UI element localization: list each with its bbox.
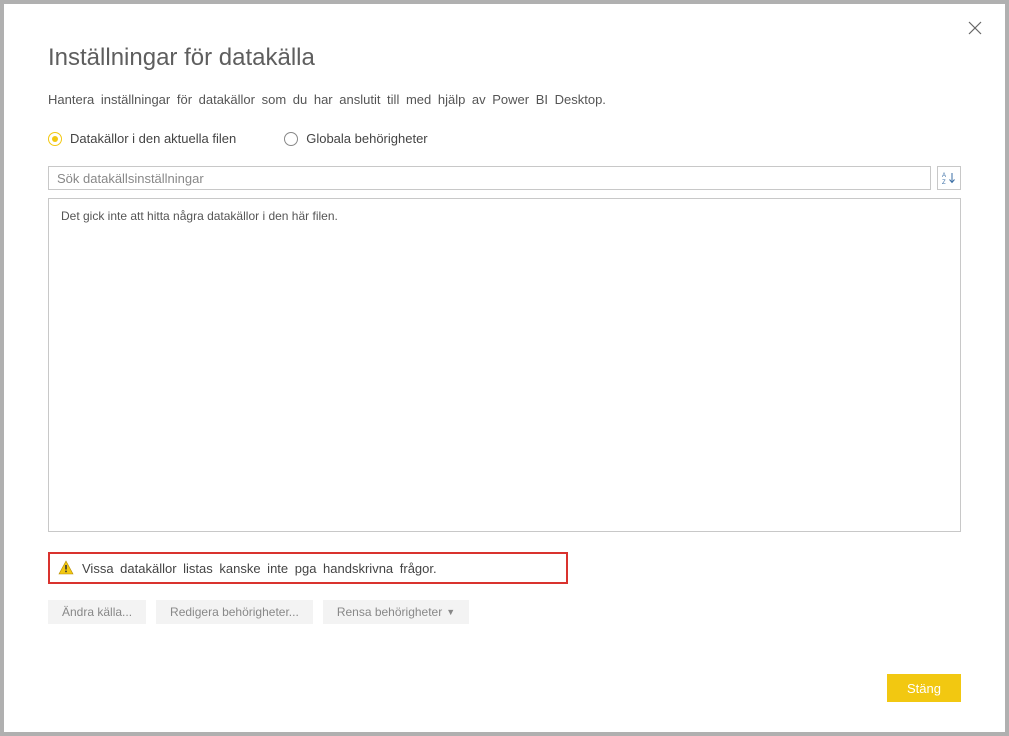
radio-indicator-icon xyxy=(284,132,298,146)
radio-current-file-label: Datakällor i den aktuella filen xyxy=(70,131,236,146)
scope-radio-group: Datakällor i den aktuella filen Globala … xyxy=(48,131,961,146)
dialog-title: Inställningar för datakälla xyxy=(48,44,961,72)
action-button-row: Ändra källa... Redigera behörigheter... … xyxy=(48,600,961,624)
dialog-footer: Stäng xyxy=(887,674,961,702)
warning-banner: Vissa datakällor listas kanske inte pga … xyxy=(48,552,568,584)
edit-permissions-button[interactable]: Redigera behörigheter... xyxy=(156,600,313,624)
radio-current-file[interactable]: Datakällor i den aktuella filen xyxy=(48,131,236,146)
search-row: A Z xyxy=(48,166,961,190)
datasource-settings-dialog: Inställningar för datakälla Hantera inst… xyxy=(4,4,1005,732)
clear-permissions-button[interactable]: Rensa behörigheter ▼ xyxy=(323,600,469,624)
svg-text:A: A xyxy=(942,173,946,179)
empty-list-message: Det gick inte att hitta några datakällor… xyxy=(61,209,338,223)
close-icon[interactable] xyxy=(965,18,985,38)
change-source-button[interactable]: Ändra källa... xyxy=(48,600,146,624)
chevron-down-icon: ▼ xyxy=(446,607,455,617)
radio-indicator-icon xyxy=(48,132,62,146)
warning-text: Vissa datakällor listas kanske inte pga … xyxy=(82,561,437,576)
sort-az-icon: A Z xyxy=(942,171,956,185)
change-source-label: Ändra källa... xyxy=(62,605,132,619)
warning-icon xyxy=(58,560,74,576)
radio-global-permissions[interactable]: Globala behörigheter xyxy=(284,131,427,146)
sort-button[interactable]: A Z xyxy=(937,166,961,190)
clear-permissions-label: Rensa behörigheter xyxy=(337,605,442,619)
search-input[interactable] xyxy=(48,166,931,190)
close-button[interactable]: Stäng xyxy=(887,674,961,702)
edit-permissions-label: Redigera behörigheter... xyxy=(170,605,299,619)
dialog-subtitle: Hantera inställningar för datakällor som… xyxy=(48,92,961,107)
close-button-label: Stäng xyxy=(907,681,941,696)
svg-text:Z: Z xyxy=(942,180,946,185)
radio-global-permissions-label: Globala behörigheter xyxy=(306,131,427,146)
datasource-list[interactable]: Det gick inte att hitta några datakällor… xyxy=(48,198,961,532)
